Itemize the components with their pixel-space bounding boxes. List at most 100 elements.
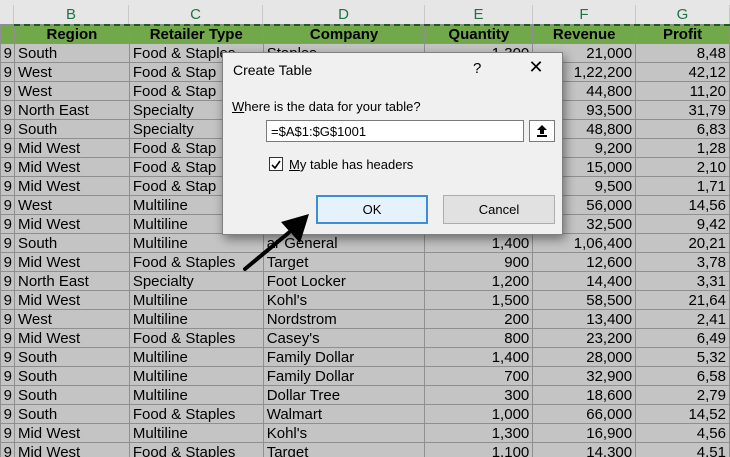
grid-cell[interactable]: North East	[13, 271, 130, 291]
grid-cell[interactable]: 9	[0, 271, 15, 291]
headers-checkbox-label[interactable]: My table has headers	[289, 157, 413, 172]
grid-cell[interactable]: 23,200	[532, 328, 637, 348]
grid-cell[interactable]: Multiline	[128, 347, 264, 367]
grid-cell[interactable]: Family Dollar	[262, 366, 426, 386]
column-letter-d[interactable]: D	[263, 5, 425, 24]
grid-cell[interactable]: 3,31	[635, 271, 730, 291]
grid-cell[interactable]: Multiline	[128, 290, 264, 310]
grid-cell[interactable]: 9	[0, 100, 15, 120]
header-cell[interactable]: Retailer Type	[128, 24, 264, 44]
grid-cell[interactable]: 42,12	[635, 62, 730, 82]
grid-cell[interactable]: Mid West	[13, 328, 130, 348]
ok-button[interactable]: OK	[316, 195, 428, 224]
grid-cell[interactable]: 6,83	[635, 119, 730, 139]
column-letter-c[interactable]: C	[129, 5, 263, 24]
grid-cell[interactable]: 9	[0, 157, 15, 177]
grid-cell[interactable]: West	[13, 81, 130, 101]
grid-cell[interactable]: Multiline	[128, 366, 264, 386]
header-cell[interactable]	[0, 24, 15, 44]
grid-cell[interactable]: 18,600	[532, 385, 637, 405]
grid-cell[interactable]: Mid West	[13, 138, 130, 158]
grid-cell[interactable]: 900	[424, 252, 534, 272]
grid-cell[interactable]: 1,100	[424, 442, 534, 457]
grid-cell[interactable]: 66,000	[532, 404, 637, 424]
grid-cell[interactable]: 6,58	[635, 366, 730, 386]
grid-cell[interactable]: 4,56	[635, 423, 730, 443]
grid-cell[interactable]: Multiline	[128, 385, 264, 405]
grid-cell[interactable]: 11,20	[635, 81, 730, 101]
help-button[interactable]: ?	[473, 60, 481, 77]
grid-cell[interactable]: 14,56	[635, 195, 730, 215]
grid-cell[interactable]: 9,42	[635, 214, 730, 234]
grid-cell[interactable]: Mid West	[13, 442, 130, 457]
grid-cell[interactable]: 1,06,400	[532, 233, 637, 253]
grid-cell[interactable]: 9	[0, 442, 15, 457]
grid-cell[interactable]: 28,000	[532, 347, 637, 367]
grid-cell[interactable]: 1,400	[424, 233, 534, 253]
grid-cell[interactable]: 2,10	[635, 157, 730, 177]
grid-cell[interactable]: 32,900	[532, 366, 637, 386]
grid-cell[interactable]: 9	[0, 290, 15, 310]
grid-cell[interactable]: North East	[13, 100, 130, 120]
grid-cell[interactable]: 9	[0, 404, 15, 424]
grid-cell[interactable]: 2,41	[635, 309, 730, 329]
close-button[interactable]: ✕	[523, 57, 549, 79]
headers-checkbox[interactable]	[269, 157, 283, 171]
grid-cell[interactable]: Casey's	[262, 328, 426, 348]
grid-cell[interactable]: Foot Locker	[262, 271, 426, 291]
grid-cell[interactable]: 1,500	[424, 290, 534, 310]
grid-cell[interactable]: Target	[262, 252, 426, 272]
grid-cell[interactable]: 1,71	[635, 176, 730, 196]
grid-cell[interactable]: 31,79	[635, 100, 730, 120]
grid-cell[interactable]: 6,49	[635, 328, 730, 348]
column-letter-a[interactable]	[0, 5, 14, 24]
grid-cell[interactable]: 2,79	[635, 385, 730, 405]
grid-cell[interactable]: Walmart	[262, 404, 426, 424]
grid-cell[interactable]: 1,200	[424, 271, 534, 291]
grid-cell[interactable]: South	[13, 385, 130, 405]
grid-cell[interactable]: 5,32	[635, 347, 730, 367]
grid-cell[interactable]: Nordstrom	[262, 309, 426, 329]
header-cell[interactable]: Region	[13, 24, 130, 44]
grid-cell[interactable]: West	[13, 62, 130, 82]
grid-cell[interactable]: 9	[0, 195, 15, 215]
grid-cell[interactable]: South	[13, 43, 130, 63]
grid-cell[interactable]: Mid West	[13, 252, 130, 272]
grid-cell[interactable]: Mid West	[13, 176, 130, 196]
grid-cell[interactable]: 1,400	[424, 347, 534, 367]
grid-cell[interactable]: 9	[0, 138, 15, 158]
column-letter-b[interactable]: B	[14, 5, 129, 24]
grid-cell[interactable]: Food & Staples	[128, 442, 264, 457]
grid-cell[interactable]: South	[13, 119, 130, 139]
grid-cell[interactable]: 200	[424, 309, 534, 329]
grid-cell[interactable]: 58,500	[532, 290, 637, 310]
grid-cell[interactable]: 16,900	[532, 423, 637, 443]
grid-cell[interactable]: Mid West	[13, 423, 130, 443]
grid-cell[interactable]: South	[13, 233, 130, 253]
column-letter-g[interactable]: G	[636, 5, 730, 24]
grid-cell[interactable]: 9	[0, 252, 15, 272]
grid-cell[interactable]: 9	[0, 385, 15, 405]
header-cell[interactable]: Quantity	[424, 24, 534, 44]
collapse-dialog-button[interactable]	[529, 120, 555, 142]
grid-cell[interactable]: 21,64	[635, 290, 730, 310]
grid-cell[interactable]: West	[13, 195, 130, 215]
grid-cell[interactable]: 9	[0, 119, 15, 139]
grid-cell[interactable]: Food & Staples	[128, 404, 264, 424]
grid-cell[interactable]: 9	[0, 328, 15, 348]
grid-cell[interactable]: Dollar Tree	[262, 385, 426, 405]
grid-cell[interactable]: 4,51	[635, 442, 730, 457]
cancel-button[interactable]: Cancel	[443, 195, 555, 224]
grid-cell[interactable]: 9	[0, 233, 15, 253]
grid-cell[interactable]: 9	[0, 309, 15, 329]
grid-cell[interactable]: 9	[0, 176, 15, 196]
grid-cell[interactable]: Kohl's	[262, 290, 426, 310]
grid-cell[interactable]: 9	[0, 366, 15, 386]
grid-cell[interactable]: Mid West	[13, 290, 130, 310]
grid-cell[interactable]: 8,48	[635, 43, 730, 63]
grid-cell[interactable]: 13,400	[532, 309, 637, 329]
grid-cell[interactable]: 9	[0, 43, 15, 63]
grid-cell[interactable]: 9	[0, 62, 15, 82]
grid-cell[interactable]: 14,300	[532, 442, 637, 457]
grid-cell[interactable]: Kohl's	[262, 423, 426, 443]
